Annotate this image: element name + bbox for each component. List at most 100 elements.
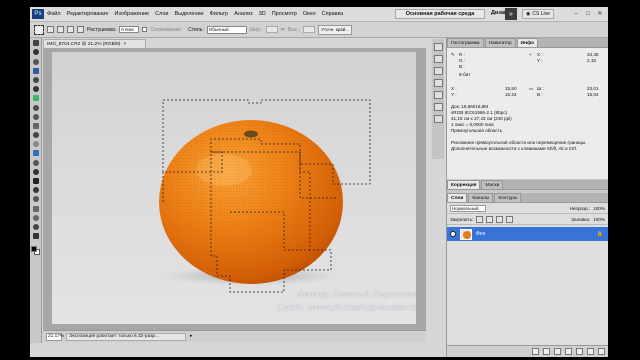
path-select-tool-icon[interactable] — [32, 186, 40, 194]
character-panel-icon[interactable] — [433, 91, 443, 99]
blur-tool-icon[interactable] — [32, 149, 40, 157]
minimize-icon[interactable]: – — [570, 9, 582, 18]
menu-window[interactable]: Окно — [300, 11, 319, 17]
history-brush-tool-icon[interactable] — [32, 122, 40, 130]
workspace-switcher[interactable]: Основная рабочая среда — [395, 9, 485, 19]
options-bar: Растушевка: 0 пикс Сглаживание Стиль: Об… — [30, 22, 608, 38]
tab-channels[interactable]: Каналы — [468, 193, 494, 202]
new-selection-icon[interactable] — [47, 26, 54, 33]
3d-rotate-tool-icon[interactable] — [32, 205, 40, 213]
add-selection-icon[interactable] — [57, 26, 64, 33]
swap-icon[interactable]: ⇄ — [281, 27, 285, 33]
info-xy-labels: X : Y : — [537, 52, 543, 63]
lock-transparency-icon[interactable] — [476, 215, 484, 223]
layer-style-icon[interactable] — [543, 348, 550, 355]
quick-select-tool-icon[interactable] — [32, 67, 40, 75]
orange-peel-texture — [159, 120, 343, 284]
menu-image[interactable]: Изображение — [111, 11, 152, 17]
menu-help[interactable]: Справка — [319, 11, 347, 17]
info-document-lines: Док: 18,8M/18,8M sRGB IEC61966-2.1 (8bpc… — [451, 104, 512, 133]
tab-info[interactable]: Инфо — [516, 38, 539, 47]
menu-3d[interactable]: 3D — [256, 11, 269, 17]
layers-blend-row: Нормальный Непрозр.: 100% — [447, 203, 608, 214]
intersect-selection-icon[interactable] — [77, 26, 84, 33]
type-glyph-icon — [32, 178, 39, 184]
crop-tool-icon[interactable] — [32, 76, 40, 84]
document-tab[interactable]: IMG_8704.CR2 @ 21,2% (RGB/8) × — [43, 39, 146, 48]
new-group-icon[interactable] — [576, 348, 583, 355]
lock-all-icon[interactable] — [506, 215, 514, 223]
history-panel-icon[interactable] — [433, 43, 443, 51]
pen-tool-icon[interactable] — [32, 168, 40, 176]
add-mask-icon[interactable] — [554, 348, 561, 355]
subtract-selection-icon[interactable] — [67, 26, 74, 33]
history-brush-glyph-icon — [32, 122, 39, 129]
menu-file[interactable]: Файл — [44, 11, 64, 17]
blend-mode-select[interactable]: Нормальный — [450, 204, 486, 212]
move-tool-icon[interactable] — [32, 39, 40, 47]
menu-edit[interactable]: Редактирование — [64, 11, 112, 17]
tab-histogram[interactable]: Гистограмма — [447, 38, 484, 47]
canvas-area[interactable]: Автор: Евгений Карташов Сайт: www.photos… — [43, 48, 426, 330]
tab-navigator[interactable]: Навигатор — [484, 38, 516, 47]
status-info-text[interactable]: Экспозиция работает только в 32-разр... — [66, 332, 186, 341]
menu-layers[interactable]: Слои — [152, 11, 171, 17]
foreground-color-icon[interactable] — [30, 246, 37, 253]
new-layer-icon[interactable] — [587, 348, 594, 355]
zoom-tool-icon[interactable] — [32, 232, 40, 240]
close-icon[interactable]: ✕ — [594, 9, 606, 18]
image-canvas[interactable]: Автор: Евгений Карташов Сайт: www.photos… — [52, 52, 416, 324]
height-input[interactable] — [303, 26, 316, 33]
layer-row-background[interactable]: Фон 🔒 — [447, 227, 608, 241]
antialias-checkbox[interactable] — [142, 27, 148, 32]
width-input[interactable] — [265, 26, 278, 33]
color-swatches-icon[interactable] — [30, 246, 41, 256]
tab-layers[interactable]: Слои — [447, 193, 468, 202]
status-zoom-field[interactable]: 21,17% — [46, 332, 64, 341]
visibility-eye-icon[interactable] — [450, 231, 456, 237]
tool-presets-panel-icon[interactable] — [433, 115, 443, 123]
layers-panel-tabs: Слои Каналы Контуры — [447, 193, 608, 203]
link-layers-icon[interactable] — [532, 348, 539, 355]
cs-live-button[interactable]: ◉ CS Live — [522, 9, 554, 19]
photoshop-logo: Ps — [32, 9, 44, 19]
type-tool-icon[interactable] — [32, 177, 40, 185]
clone-source-panel-icon[interactable] — [433, 79, 443, 87]
hand-tool-icon[interactable] — [32, 223, 40, 231]
feather-input[interactable]: 0 пикс — [119, 26, 140, 33]
gradient-tool-icon[interactable] — [32, 140, 40, 148]
style-select[interactable]: Обычный — [206, 25, 247, 34]
healing-tool-icon[interactable] — [32, 94, 40, 102]
eraser-tool-icon[interactable] — [32, 131, 40, 139]
menu-filter[interactable]: Фильтр — [207, 11, 231, 17]
adjustment-layer-icon[interactable] — [565, 348, 572, 355]
shape-tool-icon[interactable] — [32, 195, 40, 203]
lasso-tool-icon[interactable] — [32, 58, 40, 66]
menu-analysis[interactable]: Анализ — [231, 11, 256, 17]
marquee-tool-icon[interactable] — [32, 48, 40, 56]
paragraph-panel-icon[interactable] — [433, 103, 443, 111]
3d-camera-tool-icon[interactable] — [32, 214, 40, 222]
opacity-value[interactable]: 100% — [593, 206, 605, 211]
close-document-icon[interactable]: × — [123, 42, 126, 47]
delete-layer-icon[interactable] — [598, 348, 605, 355]
tab-paths[interactable]: Контуры — [494, 193, 522, 202]
lock-pixels-icon[interactable] — [486, 215, 494, 223]
tab-adjustments[interactable]: Коррекция — [447, 180, 481, 189]
menu-view[interactable]: Просмотр — [269, 11, 300, 17]
status-arrow-icon[interactable]: ▸ — [190, 334, 192, 339]
maximize-icon[interactable]: □ — [582, 9, 594, 18]
brush-tool-icon[interactable] — [32, 104, 40, 112]
clone-stamp-tool-icon[interactable] — [32, 113, 40, 121]
lock-position-icon[interactable] — [496, 215, 504, 223]
actions-panel-icon[interactable] — [433, 55, 443, 63]
menu-select[interactable]: Выделение — [171, 11, 206, 17]
dodge-tool-icon[interactable] — [32, 159, 40, 167]
eyedropper-tool-icon[interactable] — [32, 85, 40, 93]
tab-masks[interactable]: Маски — [481, 180, 504, 189]
refine-edge-button[interactable]: Уточн. край... — [318, 24, 353, 35]
brush-panel-icon[interactable] — [433, 67, 443, 75]
expand-workspaces-button[interactable]: » — [505, 8, 517, 20]
marquee-tool-icon[interactable] — [34, 24, 44, 35]
fill-value[interactable]: 100% — [593, 217, 605, 222]
